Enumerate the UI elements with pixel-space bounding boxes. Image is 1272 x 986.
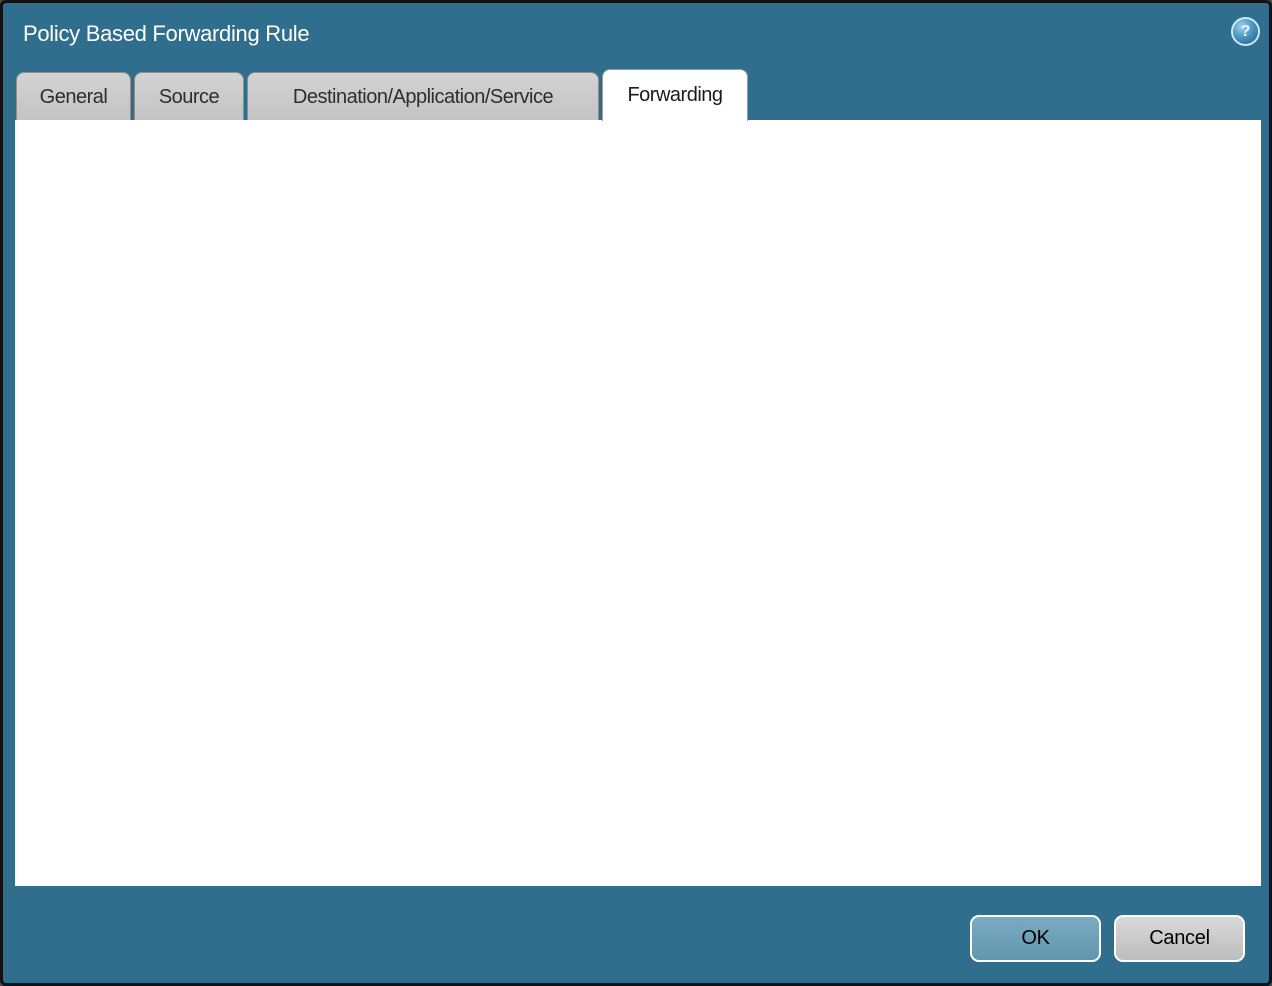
help-icon[interactable]: ?: [1231, 17, 1260, 46]
dialog-title: Policy Based Forwarding Rule: [23, 21, 309, 47]
tab-label: Source: [159, 86, 219, 109]
tab-general[interactable]: General: [16, 72, 131, 121]
tab-forwarding[interactable]: Forwarding: [602, 69, 748, 121]
tab-label: Forwarding: [627, 84, 722, 107]
tab-label: Destination/Application/Service: [293, 86, 553, 109]
policy-based-forwarding-dialog: Policy Based Forwarding Rule ? General S…: [0, 0, 1272, 986]
tab-destination-application-service[interactable]: Destination/Application/Service: [247, 72, 599, 121]
tab-source[interactable]: Source: [134, 72, 244, 121]
ok-button[interactable]: OK: [970, 915, 1101, 962]
tab-content-panel: [15, 120, 1261, 886]
tab-label: General: [40, 86, 108, 109]
cancel-button[interactable]: Cancel: [1114, 915, 1245, 962]
